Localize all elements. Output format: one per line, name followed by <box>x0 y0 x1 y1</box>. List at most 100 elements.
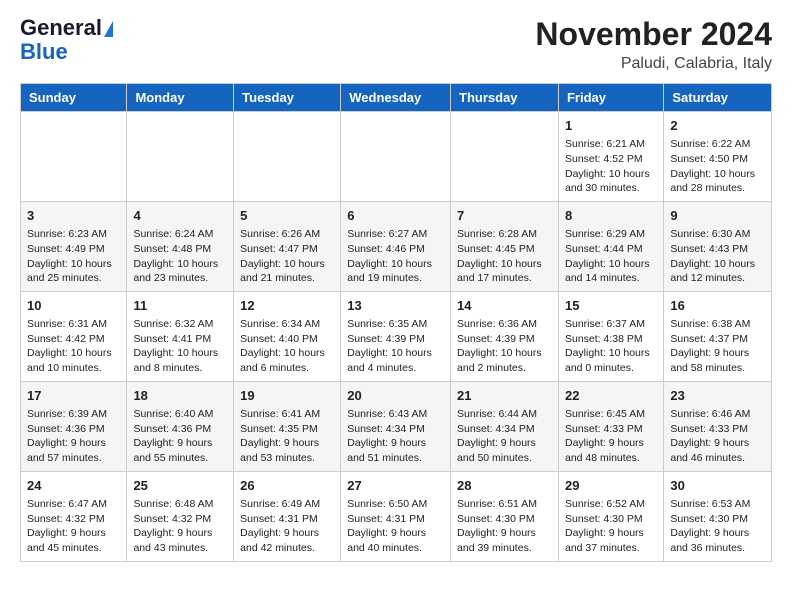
day-number: 18 <box>133 387 227 405</box>
day-info: Sunrise: 6:46 AM Sunset: 4:33 PM Dayligh… <box>670 407 765 466</box>
day-number: 11 <box>133 297 227 315</box>
day-info: Sunrise: 6:22 AM Sunset: 4:50 PM Dayligh… <box>670 137 765 196</box>
day-info: Sunrise: 6:38 AM Sunset: 4:37 PM Dayligh… <box>670 317 765 376</box>
page: General Blue November 2024 Paludi, Calab… <box>0 0 792 578</box>
day-info: Sunrise: 6:21 AM Sunset: 4:52 PM Dayligh… <box>565 137 657 196</box>
day-number: 30 <box>670 477 765 495</box>
week-row-3: 10 Sunrise: 6:31 AM Sunset: 4:42 PM Dayli… <box>21 291 772 381</box>
calendar-header-row: SundayMondayTuesdayWednesdayThursdayFrid… <box>21 84 772 112</box>
day-number: 10 <box>27 297 120 315</box>
title-block: November 2024 Paludi, Calabria, Italy <box>535 16 772 73</box>
calendar-cell: 3 Sunrise: 6:23 AM Sunset: 4:49 PM Daylig… <box>21 201 127 291</box>
day-info: Sunrise: 6:48 AM Sunset: 4:32 PM Dayligh… <box>133 497 227 556</box>
calendar-cell: 15 Sunrise: 6:37 AM Sunset: 4:38 PM Dayli… <box>558 291 663 381</box>
day-header-friday: Friday <box>558 84 663 112</box>
week-row-2: 3 Sunrise: 6:23 AM Sunset: 4:49 PM Daylig… <box>21 201 772 291</box>
calendar-cell <box>21 112 127 202</box>
day-info: Sunrise: 6:45 AM Sunset: 4:33 PM Dayligh… <box>565 407 657 466</box>
calendar-cell: 20 Sunrise: 6:43 AM Sunset: 4:34 PM Dayli… <box>341 381 451 471</box>
day-number: 9 <box>670 207 765 225</box>
day-header-sunday: Sunday <box>21 84 127 112</box>
day-number: 17 <box>27 387 120 405</box>
day-number: 15 <box>565 297 657 315</box>
week-row-1: 1 Sunrise: 6:21 AM Sunset: 4:52 PM Daylig… <box>21 112 772 202</box>
header: General Blue November 2024 Paludi, Calab… <box>20 16 772 73</box>
calendar-cell: 28Sunrise: 6:51 AM Sunset: 4:30 PM Dayli… <box>451 471 559 561</box>
day-number: 24 <box>27 477 120 495</box>
day-info: Sunrise: 6:23 AM Sunset: 4:49 PM Dayligh… <box>27 227 120 286</box>
day-number: 20 <box>347 387 444 405</box>
day-info: Sunrise: 6:40 AM Sunset: 4:36 PM Dayligh… <box>133 407 227 466</box>
calendar-cell: 19 Sunrise: 6:41 AM Sunset: 4:35 PM Dayli… <box>234 381 341 471</box>
calendar-cell: 22 Sunrise: 6:45 AM Sunset: 4:33 PM Dayli… <box>558 381 663 471</box>
calendar-cell: 5 Sunrise: 6:26 AM Sunset: 4:47 PM Daylig… <box>234 201 341 291</box>
day-info: Sunrise: 6:44 AM Sunset: 4:34 PM Dayligh… <box>457 407 552 466</box>
calendar-cell: 4 Sunrise: 6:24 AM Sunset: 4:48 PM Daylig… <box>127 201 234 291</box>
day-info: Sunrise: 6:24 AM Sunset: 4:48 PM Dayligh… <box>133 227 227 286</box>
day-number: 19 <box>240 387 334 405</box>
day-info: Sunrise: 6:51 AM Sunset: 4:30 PM Dayligh… <box>457 497 552 556</box>
day-info: Sunrise: 6:36 AM Sunset: 4:39 PM Dayligh… <box>457 317 552 376</box>
day-info: Sunrise: 6:37 AM Sunset: 4:38 PM Dayligh… <box>565 317 657 376</box>
day-info: Sunrise: 6:35 AM Sunset: 4:39 PM Dayligh… <box>347 317 444 376</box>
day-info: Sunrise: 6:47 AM Sunset: 4:32 PM Dayligh… <box>27 497 120 556</box>
day-header-wednesday: Wednesday <box>341 84 451 112</box>
month-title: November 2024 <box>535 16 772 53</box>
calendar-cell: 23Sunrise: 6:46 AM Sunset: 4:33 PM Dayli… <box>664 381 772 471</box>
day-number: 27 <box>347 477 444 495</box>
day-number: 1 <box>565 117 657 135</box>
day-number: 8 <box>565 207 657 225</box>
calendar-cell: 11 Sunrise: 6:32 AM Sunset: 4:41 PM Dayli… <box>127 291 234 381</box>
day-info: Sunrise: 6:34 AM Sunset: 4:40 PM Dayligh… <box>240 317 334 376</box>
day-info: Sunrise: 6:41 AM Sunset: 4:35 PM Dayligh… <box>240 407 334 466</box>
day-info: Sunrise: 6:26 AM Sunset: 4:47 PM Dayligh… <box>240 227 334 286</box>
day-info: Sunrise: 6:52 AM Sunset: 4:30 PM Dayligh… <box>565 497 657 556</box>
calendar: SundayMondayTuesdayWednesdayThursdayFrid… <box>20 83 772 562</box>
day-number: 25 <box>133 477 227 495</box>
day-number: 21 <box>457 387 552 405</box>
calendar-cell: 24 Sunrise: 6:47 AM Sunset: 4:32 PM Dayli… <box>21 471 127 561</box>
day-info: Sunrise: 6:32 AM Sunset: 4:41 PM Dayligh… <box>133 317 227 376</box>
calendar-cell: 27 Sunrise: 6:50 AM Sunset: 4:31 PM Dayli… <box>341 471 451 561</box>
day-number: 29 <box>565 477 657 495</box>
location-subtitle: Paludi, Calabria, Italy <box>535 55 772 73</box>
week-row-5: 24 Sunrise: 6:47 AM Sunset: 4:32 PM Dayli… <box>21 471 772 561</box>
day-info: Sunrise: 6:50 AM Sunset: 4:31 PM Dayligh… <box>347 497 444 556</box>
day-info: Sunrise: 6:49 AM Sunset: 4:31 PM Dayligh… <box>240 497 334 556</box>
day-info: Sunrise: 6:31 AM Sunset: 4:42 PM Dayligh… <box>27 317 120 376</box>
day-number: 22 <box>565 387 657 405</box>
day-info: Sunrise: 6:39 AM Sunset: 4:36 PM Dayligh… <box>27 407 120 466</box>
day-number: 2 <box>670 117 765 135</box>
calendar-cell: 25 Sunrise: 6:48 AM Sunset: 4:32 PM Dayli… <box>127 471 234 561</box>
day-header-tuesday: Tuesday <box>234 84 341 112</box>
calendar-cell: 16Sunrise: 6:38 AM Sunset: 4:37 PM Dayli… <box>664 291 772 381</box>
day-number: 14 <box>457 297 552 315</box>
calendar-cell: 26 Sunrise: 6:49 AM Sunset: 4:31 PM Dayli… <box>234 471 341 561</box>
day-info: Sunrise: 6:27 AM Sunset: 4:46 PM Dayligh… <box>347 227 444 286</box>
calendar-cell: 6 Sunrise: 6:27 AM Sunset: 4:46 PM Daylig… <box>341 201 451 291</box>
day-number: 13 <box>347 297 444 315</box>
logo: General Blue <box>20 16 113 64</box>
day-number: 5 <box>240 207 334 225</box>
day-number: 7 <box>457 207 552 225</box>
day-number: 26 <box>240 477 334 495</box>
day-header-thursday: Thursday <box>451 84 559 112</box>
day-number: 6 <box>347 207 444 225</box>
calendar-cell: 9 Sunrise: 6:30 AM Sunset: 4:43 PM Daylig… <box>664 201 772 291</box>
calendar-cell <box>451 112 559 202</box>
calendar-cell: 1 Sunrise: 6:21 AM Sunset: 4:52 PM Daylig… <box>558 112 663 202</box>
logo-general: General <box>20 15 102 40</box>
day-info: Sunrise: 6:30 AM Sunset: 4:43 PM Dayligh… <box>670 227 765 286</box>
calendar-cell: 7 Sunrise: 6:28 AM Sunset: 4:45 PM Daylig… <box>451 201 559 291</box>
calendar-cell: 13 Sunrise: 6:35 AM Sunset: 4:39 PM Dayli… <box>341 291 451 381</box>
day-info: Sunrise: 6:28 AM Sunset: 4:45 PM Dayligh… <box>457 227 552 286</box>
calendar-cell <box>127 112 234 202</box>
calendar-cell: 8Sunrise: 6:29 AM Sunset: 4:44 PM Daylig… <box>558 201 663 291</box>
day-number: 3 <box>27 207 120 225</box>
day-number: 12 <box>240 297 334 315</box>
calendar-cell: 18 Sunrise: 6:40 AM Sunset: 4:36 PM Dayli… <box>127 381 234 471</box>
day-info: Sunrise: 6:43 AM Sunset: 4:34 PM Dayligh… <box>347 407 444 466</box>
day-number: 4 <box>133 207 227 225</box>
day-info: Sunrise: 6:53 AM Sunset: 4:30 PM Dayligh… <box>670 497 765 556</box>
calendar-cell <box>234 112 341 202</box>
